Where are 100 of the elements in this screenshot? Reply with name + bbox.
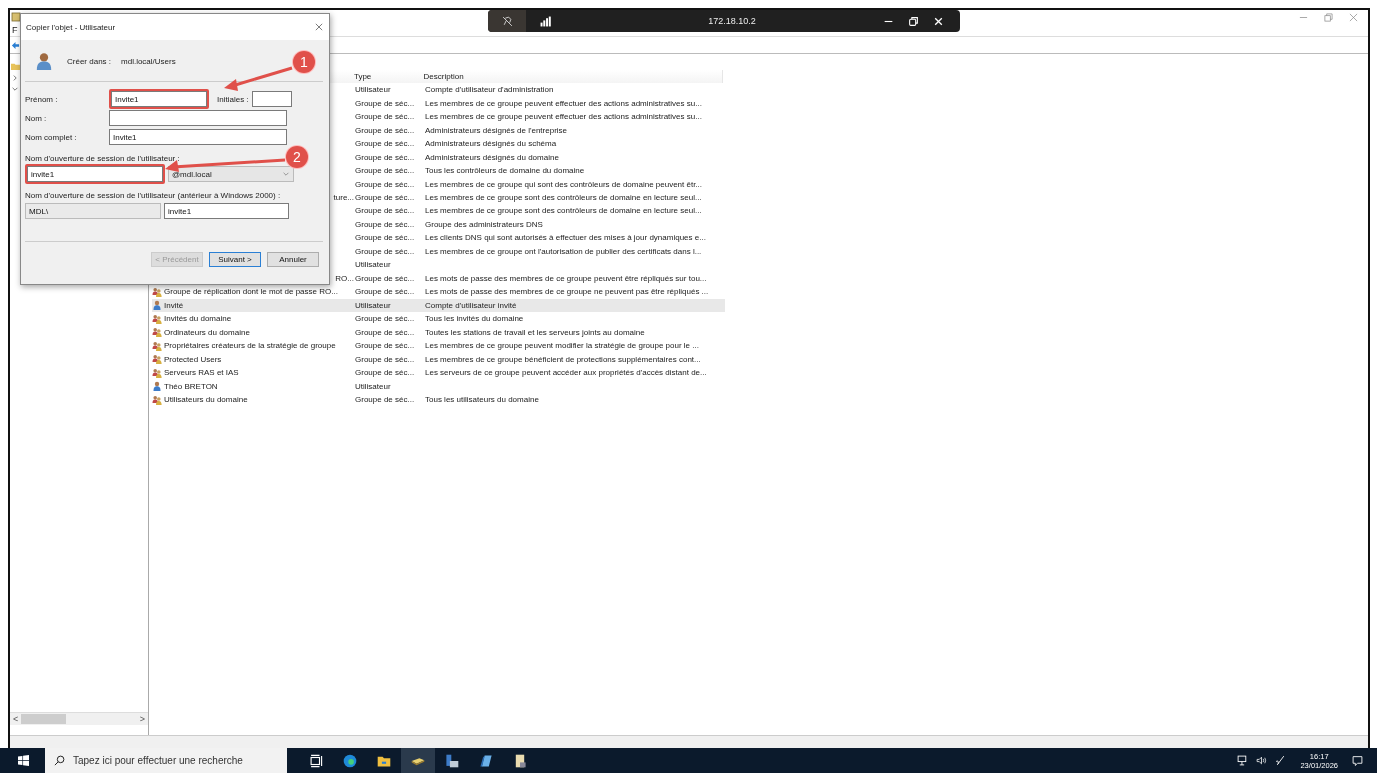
start-button[interactable] — [18, 755, 29, 766]
taskbar-search-field[interactable]: Tapez ici pour effectuer une recherche — [45, 748, 287, 773]
user-icon — [152, 381, 162, 392]
full-name-field[interactable]: Invite1 — [109, 129, 287, 145]
restore-button[interactable] — [908, 15, 919, 27]
app-icon — [11, 12, 21, 22]
search-icon — [54, 755, 65, 766]
object-type: Groupe de séc... — [355, 166, 415, 176]
list-row[interactable]: Propriétaires créateurs de la stratégie de groupe Groupe de séc... Les membres de ce groupe peuvent modifier la stratégie de groupe pour le ... — [152, 338, 725, 353]
pin-off-icon[interactable] — [501, 15, 513, 27]
object-type: Groupe de séc... — [355, 287, 415, 297]
object-name: Ordinateurs du domaine — [164, 327, 250, 337]
close-button[interactable] — [933, 15, 944, 27]
group-icon — [152, 327, 162, 338]
field-label: Initiales : — [217, 94, 249, 104]
list-row[interactable]: Ordinateurs du domaine Groupe de séc... Toutes les stations de travail et les serveurs joints au domaine — [152, 325, 725, 339]
object-description: Compte d'utilisateur d'administration — [425, 85, 554, 95]
legacy-logon-field[interactable]: invite1 — [164, 203, 289, 219]
object-type: Groupe de séc... — [355, 125, 415, 135]
object-description: Administrateurs désignés du domaine — [425, 152, 559, 162]
folder-icon — [11, 62, 20, 71]
scroll-right-arrow[interactable]: > — [136, 714, 148, 724]
list-row[interactable]: Serveurs RAS et IAS Groupe de séc... Les serveurs de ce groupe peuvent accéder aux propriétés d'accès distant de... — [152, 365, 725, 380]
object-description: Compte d'utilisateur invité — [425, 300, 517, 310]
group-icon — [152, 340, 162, 351]
object-description: Les membres de ce groupe sont des contrôleurs de domaine en lecture seul... — [425, 193, 702, 202]
object-description: Les membres de ce groupe peuvent modifier la stratégie de groupe pour le ... — [425, 341, 699, 351]
signal-icon[interactable] — [540, 15, 551, 27]
group-icon — [152, 313, 162, 324]
group-icon — [152, 286, 162, 297]
object-type: Groupe de séc... — [355, 139, 415, 149]
scroll-left-arrow[interactable]: < — [10, 714, 22, 724]
group-icon — [152, 394, 162, 405]
object-type: Groupe de séc... — [355, 327, 415, 337]
object-name: Invité — [164, 300, 184, 310]
network-icon[interactable] — [1237, 755, 1249, 766]
object-description: Administrateurs désignés du schéma — [425, 139, 557, 149]
object-description: Les clients DNS qui sont autorisés à effectuer des mises à jour dynamiques e... — [425, 233, 706, 243]
object-type: Groupe de séc... — [355, 98, 415, 108]
create-in-path: mdl.local/Users — [121, 56, 176, 66]
object-description: Tous les invités du domaine — [425, 314, 524, 324]
object-name: Propriétaires créateurs de la stratégie de groupe — [164, 341, 336, 351]
task-view-icon[interactable] — [309, 753, 323, 768]
last-name-field[interactable] — [109, 110, 287, 126]
user-icon — [152, 300, 162, 311]
column-header[interactable]: Type — [353, 72, 424, 81]
group-icon — [152, 367, 162, 378]
list-row[interactable]: Utilisateurs du domaine Groupe de séc... Tous les utilisateurs du domaine — [152, 392, 725, 407]
menu-item[interactable]: F — [12, 25, 18, 35]
domain-prefix-field[interactable]: MDL\ — [25, 203, 161, 219]
object-description: Les mots de passe des membres de ce groupe peuvent être répliqués sur tou... — [425, 273, 707, 283]
browser-icon[interactable] — [343, 753, 357, 768]
scroll-document-icon[interactable] — [513, 753, 527, 768]
object-type: Groupe de séc... — [355, 368, 415, 378]
back-arrow-icon[interactable] — [11, 40, 20, 50]
chevron-icon[interactable] — [11, 74, 19, 82]
step-number-badge: 1 — [293, 51, 315, 73]
object-type: Groupe de séc... — [355, 206, 415, 216]
object-type: Groupe de séc... — [355, 152, 415, 162]
column-header[interactable]: Description — [423, 72, 722, 81]
object-description: Les membres de ce groupe qui sont des contrôleurs de domaine peuvent êtr... — [425, 179, 703, 189]
first-name-field[interactable]: Invite1 — [111, 91, 207, 107]
field-label: Nom d'ouverture de session de l'utilisateur : — [25, 154, 180, 163]
object-name: Invités du domaine — [164, 314, 232, 324]
list-row[interactable]: Théo BRETON Utilisateur — [152, 379, 725, 393]
object-type: Groupe de séc... — [355, 273, 415, 283]
list-row[interactable]: Groupe de réplication dont le mot de passe RO... Groupe de séc... Les mots de passe des membres de ce groupe ne peuvent pas être répliqués ... — [152, 285, 725, 299]
object-type: Utilisateur — [355, 300, 391, 310]
volume-icon[interactable] — [1256, 755, 1268, 766]
create-in-label: Créer dans : — [67, 56, 112, 66]
object-type: Groupe de séc... — [355, 341, 415, 351]
object-description: Groupe des administrateurs DNS — [425, 219, 543, 229]
list-row[interactable]: Invité Utilisateur Compte d'utilisateur invité — [152, 298, 725, 312]
object-type: Groupe de séc... — [355, 395, 415, 404]
object-description: Les mots de passe des membres de ce groupe ne peuvent pas être répliqués ... — [425, 287, 709, 297]
initials-field[interactable] — [251, 91, 292, 107]
server-icon[interactable] — [445, 753, 459, 768]
dialog-button[interactable]: Suivant > — [209, 252, 261, 267]
object-type: Groupe de séc... — [355, 314, 415, 324]
user-icon — [35, 51, 53, 71]
object-description: Les serveurs de ce groupe peuvent accéder aux propriétés d'accès distant de... — [425, 368, 707, 378]
list-row[interactable]: Invités du domaine Groupe de séc... Tous les invités du domaine — [152, 311, 725, 326]
notification-icon[interactable] — [1352, 755, 1363, 766]
object-description: Les membres de ce groupe sont des contrôleurs de domaine en lecture seul... — [425, 206, 702, 216]
logon-name-field[interactable]: invite1 — [27, 166, 163, 182]
object-name: Utilisateurs du domaine — [164, 395, 248, 404]
object-name: ture... — [333, 193, 354, 202]
list-row[interactable]: Protected Users Groupe de séc... Les membres de ce groupe bénéficient de protections supplémentaires cont... — [152, 352, 725, 366]
object-type: Groupe de séc... — [355, 193, 415, 202]
domain-dropdown[interactable]: @mdl.local — [168, 166, 294, 182]
object-type: Utilisateur — [355, 381, 391, 391]
object-type: Groupe de séc... — [355, 112, 415, 122]
chevron-icon[interactable] — [11, 85, 19, 93]
dialog-title: Copier l'objet - Utilisateur — [26, 22, 116, 32]
object-description: Les membres de ce groupe peuvent effectuer des actions administratives su... — [425, 112, 702, 122]
horizontal-scrollbar[interactable]: < > — [10, 712, 148, 725]
dialog-button[interactable]: Annuler — [267, 252, 319, 267]
field-label: Prénom : — [25, 94, 59, 104]
object-description: Les membres de ce groupe bénéficient de protections supplémentaires cont... — [425, 354, 701, 364]
object-description: Les membres de ce groupe peuvent effectuer des actions administratives su... — [425, 98, 702, 108]
